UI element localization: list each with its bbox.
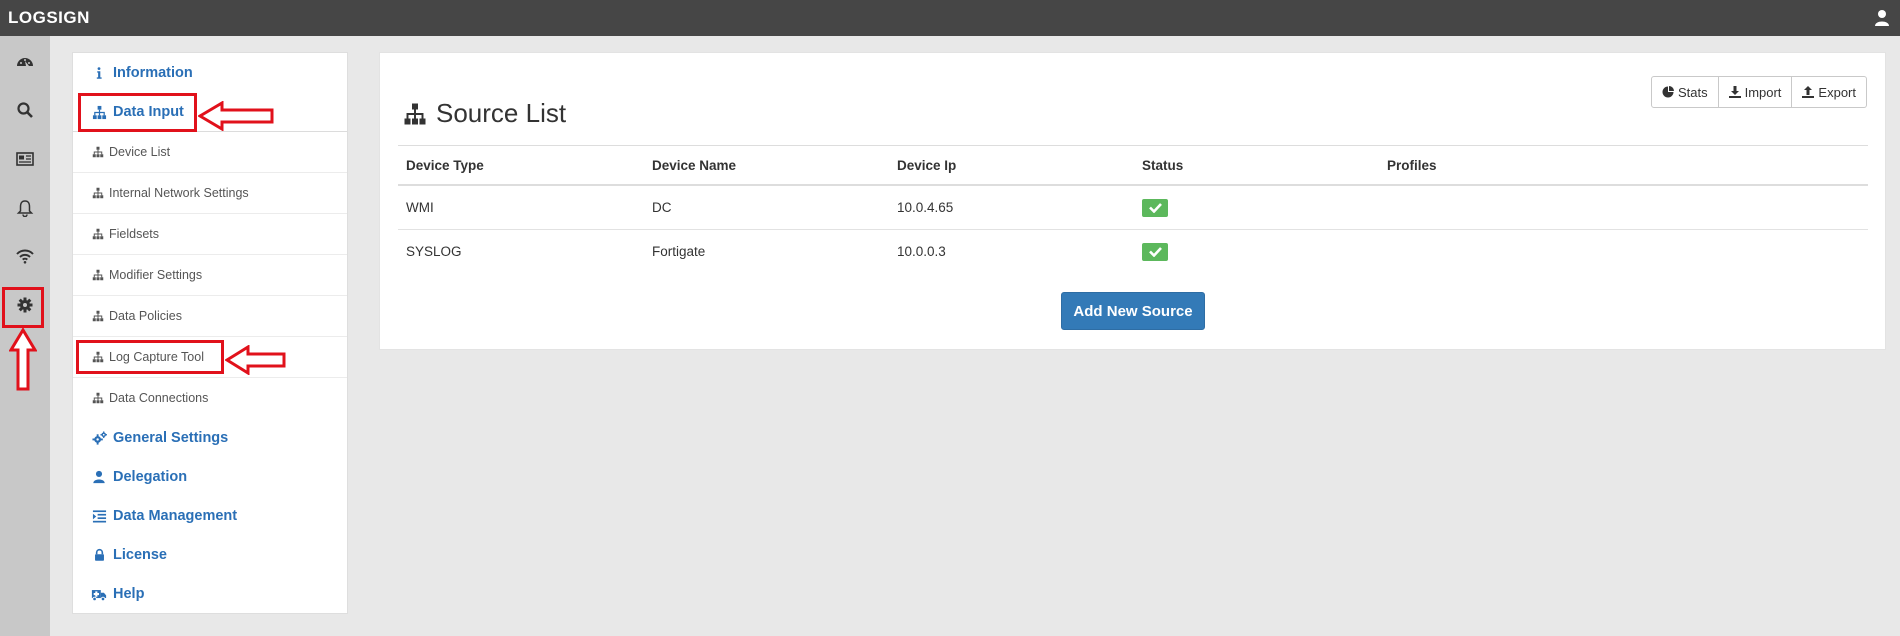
stats-button[interactable]: Stats	[1650, 76, 1719, 108]
sitemap-icon	[404, 103, 426, 124]
stats-button-label: Stats	[1677, 84, 1708, 100]
device-ip-cell: 10.0.0.3	[897, 244, 946, 259]
user-menu-icon[interactable]	[1874, 9, 1890, 27]
device-type-cell: WMI	[398, 185, 644, 230]
toolbar-button-group: Stats Import Export	[1650, 76, 1867, 108]
menu-item-general-settings[interactable]: General Settings	[73, 419, 347, 457]
menu-item-device-list[interactable]: Device List	[73, 132, 347, 172]
menu-item-data-policies[interactable]: Data Policies	[73, 295, 347, 336]
column-header[interactable]: Device Type	[398, 145, 644, 186]
lock-icon	[91, 547, 107, 563]
bell-icon[interactable]	[13, 196, 37, 220]
menu-item-label: General Settings	[113, 430, 229, 446]
table-row[interactable]: WMI DC 10.0.4.65	[398, 185, 1868, 230]
left-arrow-annotation	[225, 345, 286, 375]
page-title-text: Source List	[436, 98, 567, 128]
menu-item-label: Data Policies	[109, 309, 182, 323]
menu-item-license[interactable]: License	[73, 536, 347, 574]
left-arrow-annotation	[198, 101, 274, 131]
download-icon	[1728, 86, 1741, 98]
device-name-cell: Fortigate	[652, 244, 706, 259]
column-header[interactable]: Profiles	[1379, 145, 1868, 186]
import-button[interactable]: Import	[1718, 76, 1793, 108]
wifi-icon[interactable]	[13, 244, 37, 268]
menu-item-delegation[interactable]: Delegation	[73, 458, 347, 496]
device-name-cell: DC	[644, 185, 889, 230]
sitemap-icon	[91, 186, 105, 200]
import-button-label: Import	[1744, 84, 1782, 100]
menu-item-fieldsets[interactable]: Fieldsets	[73, 213, 347, 254]
newspaper-icon[interactable]	[13, 147, 37, 171]
column-header[interactable]: Device Ip	[889, 145, 1134, 186]
export-button-label: Export	[1818, 84, 1856, 100]
menu-item-modifier-settings[interactable]: Modifier Settings	[73, 254, 347, 295]
menu-item-information[interactable]: Information	[73, 54, 347, 92]
settings-menu: Information Data Input Device List Inter…	[72, 52, 348, 614]
status-ok-badge	[1142, 198, 1168, 217]
cogs-icon	[91, 430, 107, 446]
menu-item-label: Information	[113, 65, 193, 81]
column-header[interactable]: Device Name	[644, 145, 889, 186]
table-row[interactable]: SYSLOG Fortigate 10.0.0.3	[398, 230, 1868, 274]
source-table: Device Type Device Name Device Ip Status…	[398, 145, 1868, 273]
check-icon	[1148, 247, 1162, 257]
info-icon	[91, 65, 107, 81]
add-new-source-button[interactable]: Add New Source	[1061, 292, 1205, 330]
sitemap-icon	[91, 391, 105, 405]
menu-item-data-management[interactable]: Data Management	[73, 497, 347, 535]
menu-item-data-connections[interactable]: Data Connections	[73, 377, 347, 418]
profiles-cell	[1379, 185, 1868, 230]
app-logo: LOGSIGN	[8, 8, 90, 27]
menu-item-label: Internal Network Settings	[109, 186, 249, 200]
status-cell	[1134, 230, 1379, 274]
up-arrow-annotation	[9, 328, 37, 391]
menu-item-label: Device List	[109, 145, 171, 159]
status-cell	[1134, 185, 1379, 230]
pie-chart-icon	[1662, 86, 1674, 98]
menu-item-help[interactable]: Help	[73, 575, 347, 613]
upload-icon	[1802, 86, 1815, 98]
menu-item-internal-network-settings[interactable]: Internal Network Settings	[73, 172, 347, 213]
menu-item-label: Fieldsets	[109, 227, 160, 241]
top-bar: LOGSIGN	[0, 0, 1900, 36]
menu-item-label: Delegation	[113, 469, 188, 485]
ambulance-icon	[91, 586, 107, 602]
gear-highlight-box	[2, 287, 44, 328]
menu-item-label: Data Connections	[109, 391, 209, 405]
device-ip-cell: 10.0.4.65	[889, 185, 1134, 230]
export-button[interactable]: Export	[1792, 76, 1867, 108]
user-icon	[91, 469, 107, 485]
sitemap-icon	[91, 227, 105, 241]
profiles-cell	[1379, 230, 1868, 274]
sitemap-icon	[91, 309, 105, 323]
data-input-highlight-box	[78, 93, 197, 132]
dashboard-icon[interactable]	[13, 50, 37, 74]
page-title: Source List	[402, 98, 566, 129]
table-header-row: Device Type Device Name Device Ip Status…	[398, 145, 1868, 186]
log-capture-tool-highlight-box	[76, 340, 224, 374]
source-list-panel: Source List Stats Import Export Device T…	[379, 52, 1886, 350]
device-type-cell: SYSLOG	[406, 244, 462, 259]
indent-icon	[91, 508, 107, 524]
menu-item-label: License	[113, 547, 167, 563]
menu-item-label: Data Management	[113, 508, 238, 524]
sitemap-icon	[91, 145, 105, 159]
check-icon	[1148, 203, 1162, 213]
sitemap-icon	[91, 268, 105, 282]
status-ok-badge	[1142, 242, 1168, 261]
column-header[interactable]: Status	[1134, 145, 1379, 186]
menu-item-label: Modifier Settings	[109, 268, 203, 282]
search-icon[interactable]	[13, 98, 37, 122]
menu-item-label: Help	[113, 586, 145, 602]
